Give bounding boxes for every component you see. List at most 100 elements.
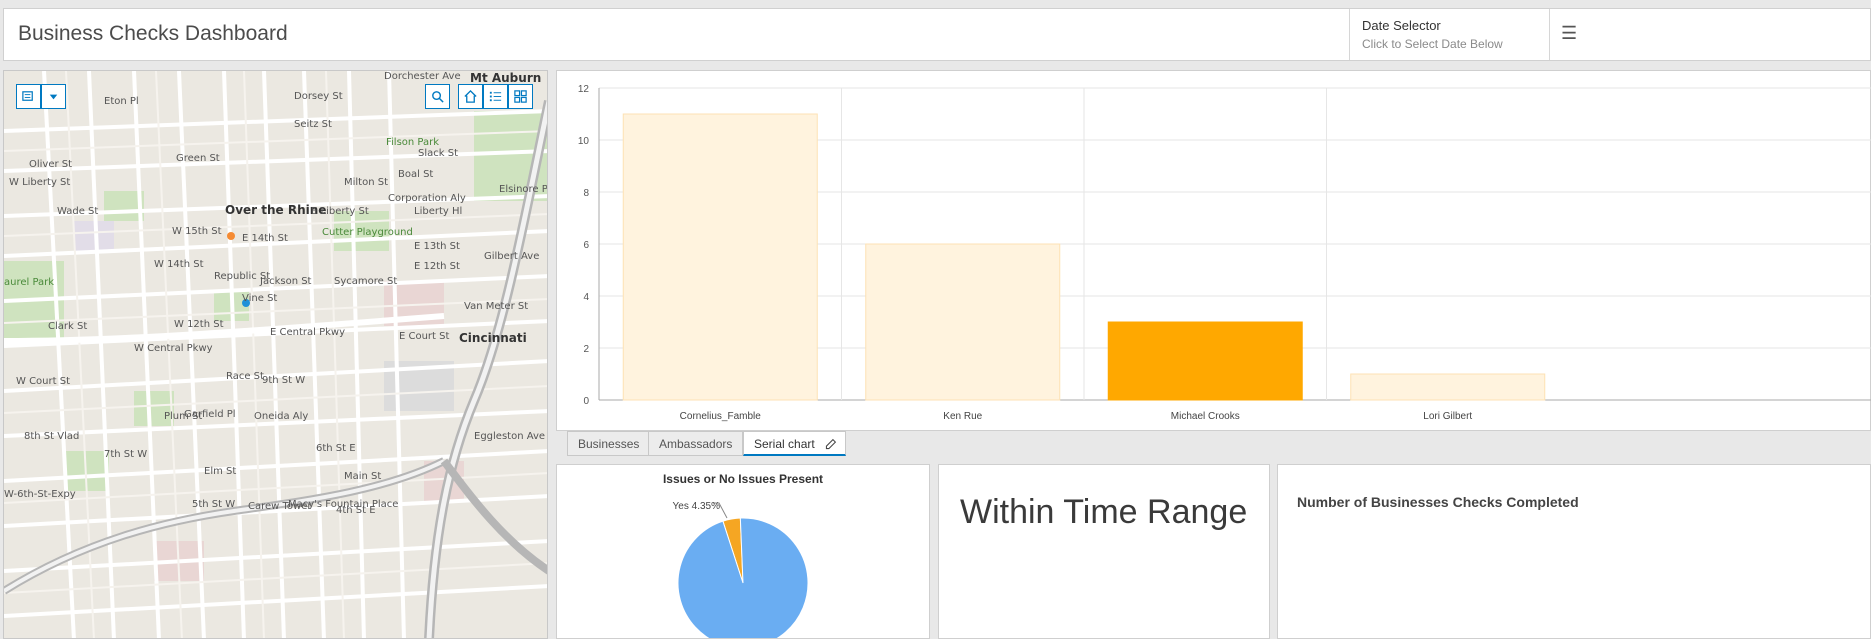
- y-tick-label: 4: [583, 292, 589, 303]
- legend-icon: [489, 91, 502, 102]
- indicator-card: Within Time Range: [938, 464, 1270, 639]
- map-label-street: E 12th St: [414, 261, 460, 272]
- x-tick-label: Michael Crooks: [1171, 411, 1240, 422]
- map-label-park: aurel Park: [4, 277, 55, 288]
- map-label-street: Plum St: [164, 411, 203, 422]
- map-label-street: 8th St Vlad: [24, 431, 80, 442]
- map-label-street: 5th St W: [192, 499, 236, 510]
- pie-label-yes: Yes 4.35%: [673, 501, 721, 512]
- map-label-street: W 12th St: [174, 319, 224, 330]
- map-label-street: Seitz St: [294, 119, 332, 130]
- dashboard-header: Business Checks Dashboard Date Selector …: [3, 8, 1871, 61]
- y-tick-label: 10: [578, 136, 590, 147]
- map-label-street: W 15th St: [172, 226, 222, 237]
- map-label-place: Carew Tower: [248, 501, 312, 512]
- map-label-street: Vine St: [242, 293, 278, 304]
- y-tick-label: 8: [583, 188, 589, 199]
- pencil-icon[interactable]: [824, 438, 837, 451]
- map-label-street: 6th St E: [316, 443, 356, 454]
- search-button[interactable]: [425, 84, 450, 109]
- map-label-street: Gilbert Ave: [484, 251, 540, 262]
- date-selector-hint: Click to Select Date Below: [1362, 37, 1503, 51]
- date-selector-label: Date Selector: [1362, 18, 1441, 33]
- map-label-street: Eggleston Ave: [474, 431, 546, 442]
- map-label-street: W Liberty St: [9, 177, 71, 188]
- bar[interactable]: [1107, 321, 1303, 401]
- map-label-street: W Court St: [16, 376, 70, 387]
- map-label-street: W Central Pkwy: [134, 343, 213, 354]
- y-tick-label: 12: [578, 84, 590, 95]
- map-label-street: Main St: [344, 471, 382, 482]
- layers-dropdown-button[interactable]: [41, 84, 66, 109]
- tab-label: Ambassadors: [659, 437, 733, 451]
- map-label-street: Van Meter St: [464, 301, 529, 312]
- map-label-park: Filson Park: [386, 137, 440, 148]
- basemap: [4, 71, 547, 638]
- map-label-street: E 14th St: [242, 233, 288, 244]
- map-label-street: Sycamore St: [334, 276, 398, 287]
- map-label-street: W-6th-St-Expy: [4, 489, 76, 500]
- home-button[interactable]: [458, 84, 483, 109]
- map-panel[interactable]: Over the Rhine Cincinnati Mt Auburn Cutt…: [3, 70, 548, 639]
- layers-button[interactable]: [16, 84, 41, 109]
- dropdown-icon: [49, 94, 58, 100]
- page-title: Business Checks Dashboard: [18, 22, 288, 45]
- home-icon: [464, 89, 477, 103]
- map-label-park: Cutter Playground: [322, 227, 413, 238]
- map-label-street: Milton St: [344, 177, 389, 188]
- bar-chart: 0 2 4 6 8 10 12 Cornelius_Famble Ken Rue Michael …: [578, 84, 1871, 422]
- map-label-street: 9th St W: [262, 375, 306, 386]
- map-label-city: Cincinnati: [459, 331, 527, 345]
- map-label-street: E Court St: [399, 331, 450, 342]
- map-label-mt-auburn: Mt Auburn: [470, 71, 542, 85]
- map-label-street: Wade St: [57, 206, 99, 217]
- map-label-street: Clark St: [48, 321, 88, 332]
- pie-chart: Yes 4.35%: [661, 501, 825, 639]
- legend-button[interactable]: [483, 84, 508, 109]
- y-tick-label: 0: [583, 396, 589, 407]
- map-label-street: Oneida Aly: [254, 411, 309, 422]
- y-tick-label: 6: [583, 240, 589, 251]
- map-label-street: E Central Pkwy: [270, 327, 346, 338]
- map-label-street: Elsinore Pl: [499, 184, 548, 195]
- pie-chart-card: Issues or No Issues Present Yes 4.35%: [556, 464, 930, 639]
- tab-label: Businesses: [578, 437, 640, 451]
- x-tick-label: Lori Gilbert: [1423, 411, 1472, 422]
- layers-icon: [22, 91, 33, 101]
- map-label-street: E 13th St: [414, 241, 460, 252]
- serial-chart-panel: 0 2 4 6 8 10 12 Cornelius_Famble Ken Rue Michael …: [556, 70, 1871, 431]
- y-tick-label: 2: [583, 344, 589, 355]
- bar[interactable]: [622, 113, 818, 401]
- map-label-street: W 14th St: [154, 259, 204, 270]
- bar[interactable]: [1350, 373, 1546, 401]
- count-card-title: Number of Businesses Checks Completed: [1297, 494, 1579, 510]
- tab-ambassadors[interactable]: Ambassadors: [648, 431, 744, 456]
- map-label-street: Green St: [176, 153, 220, 164]
- map-label-street: Oliver St: [29, 159, 73, 170]
- pie-chart-title: Issues or No Issues Present: [662, 472, 824, 486]
- menu-icon[interactable]: ☰: [1561, 23, 1577, 44]
- map-label-street: Liberty Hl: [414, 206, 463, 217]
- map-label-street: 7th St W: [104, 449, 148, 460]
- map-label-street: Dorchester Ave: [384, 71, 461, 82]
- tab-label: Serial chart: [754, 437, 815, 451]
- map-label-street: Slack St: [418, 148, 458, 159]
- map-label-street: Dorsey St: [294, 91, 343, 102]
- pie-slice-no[interactable]: [661, 501, 825, 639]
- location-marker-orange: [227, 232, 235, 240]
- tab-businesses[interactable]: Businesses: [567, 431, 651, 456]
- tab-serial-chart[interactable]: Serial chart: [743, 431, 846, 456]
- map-label-street: Boal St: [398, 169, 434, 180]
- basemap-gallery-icon: [514, 90, 527, 103]
- map-label-street: Republic St: [214, 271, 271, 282]
- count-card: Number of Businesses Checks Completed: [1277, 464, 1871, 639]
- basemap-gallery-button[interactable]: [508, 84, 533, 109]
- map-label-street: Race St: [226, 371, 264, 382]
- map-label-street: Eton Pl: [104, 96, 139, 107]
- map-label-street: Elm St: [204, 466, 237, 477]
- x-tick-label: Cornelius_Famble: [680, 411, 762, 422]
- search-icon: [432, 91, 444, 103]
- map-label-street: E Liberty St: [311, 206, 369, 217]
- date-selector[interactable]: Date Selector Click to Select Date Below: [1349, 9, 1550, 60]
- bar[interactable]: [865, 243, 1061, 401]
